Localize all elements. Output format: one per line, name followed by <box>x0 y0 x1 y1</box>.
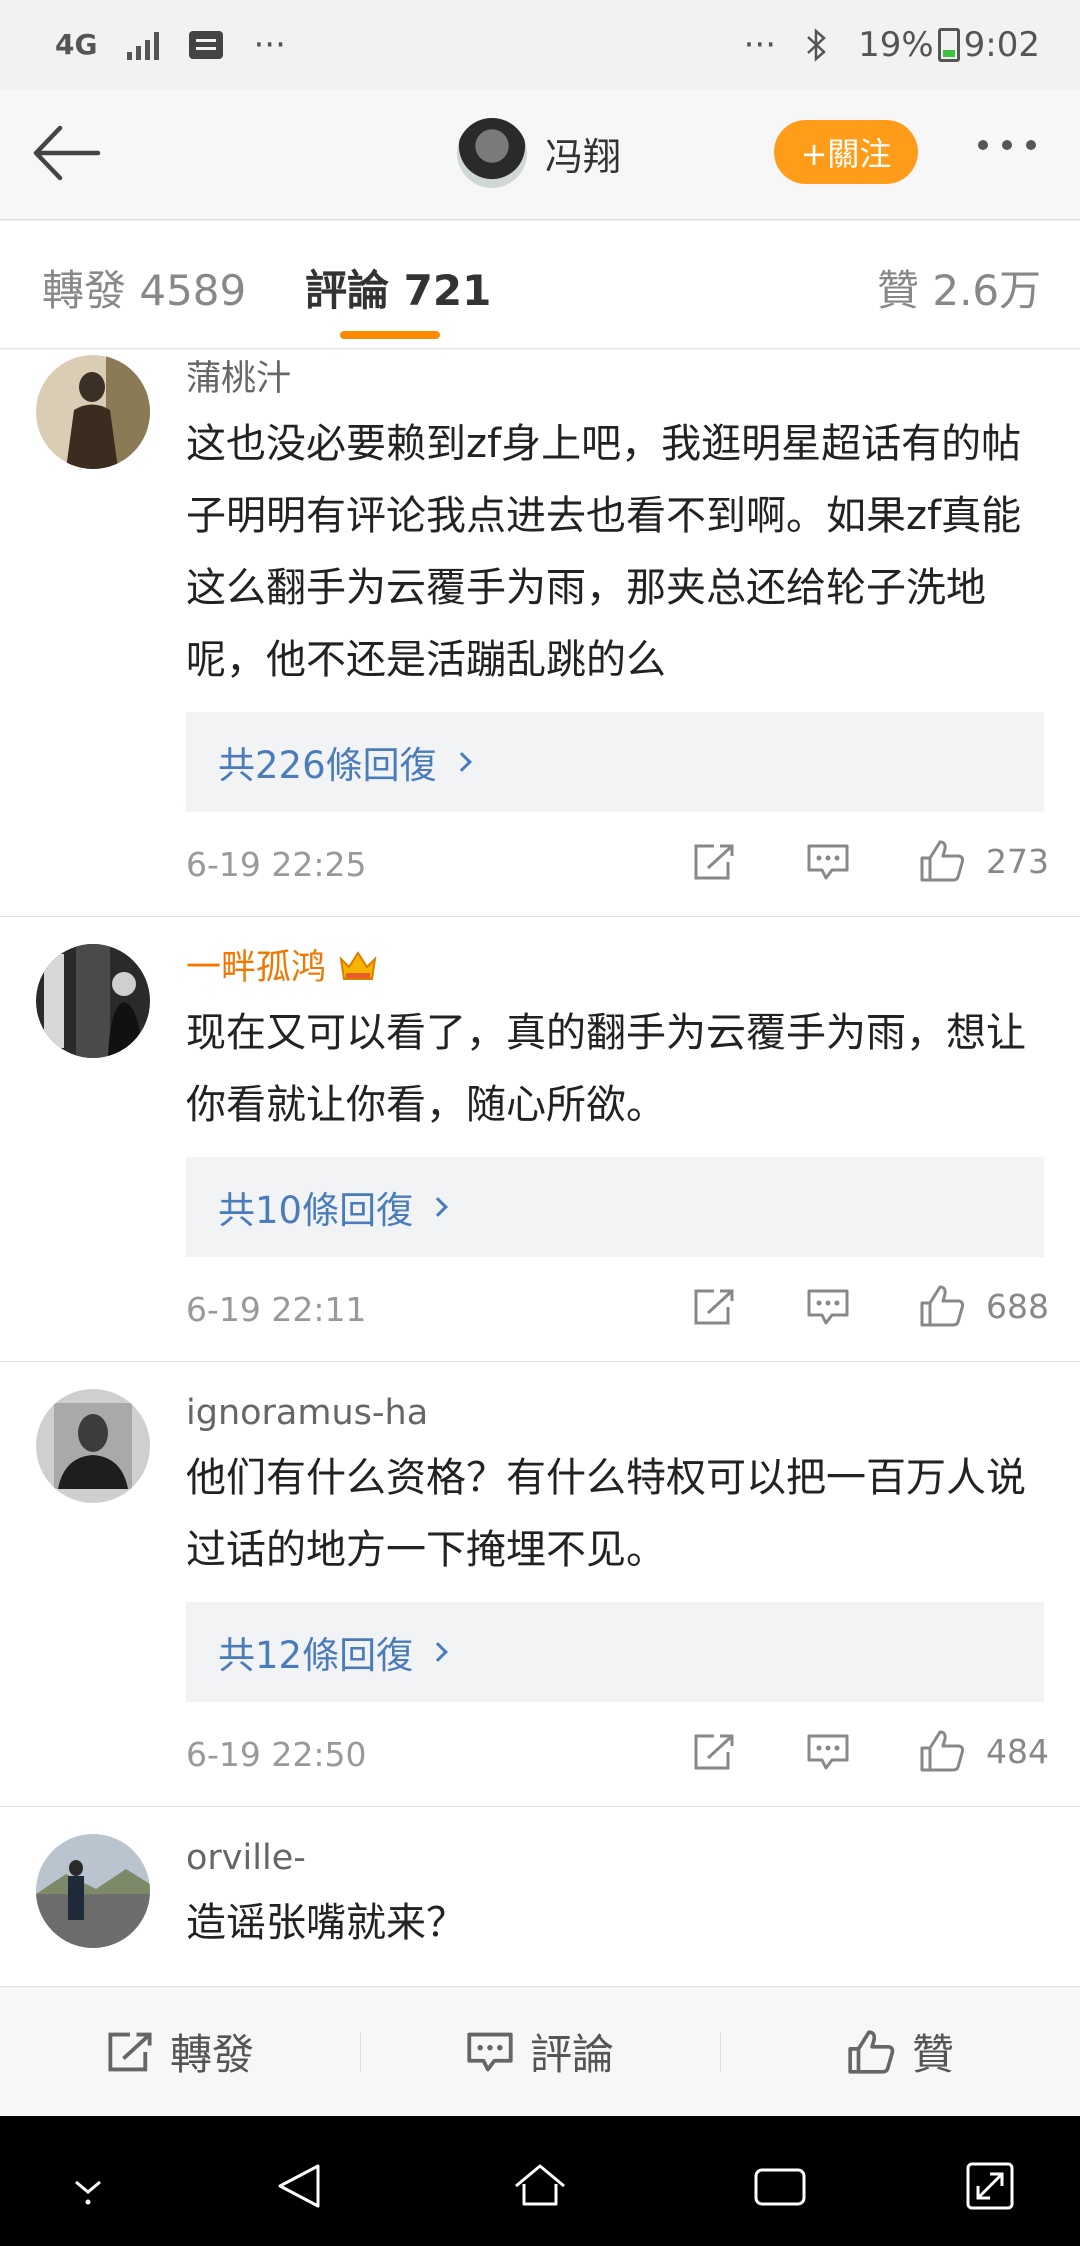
expand-icon[interactable] <box>960 2156 1020 2216</box>
comment-text: 现在又可以看了，真的翻手为云覆手为雨，想让你看就让你看，随心所欲。 <box>186 1010 1026 1128</box>
more-notifications-text: ··· <box>253 25 286 65</box>
bottom-action-bar: 轉發 評論 贊 <box>0 1986 1080 2116</box>
comment-item: 蒲桃汁 这也没必要赖到zf身上吧，我逛明星超话有的帖子明明有评论我点进去也看不到… <box>0 350 1080 917</box>
reply-icon[interactable] <box>806 842 850 882</box>
signal-icon <box>127 30 160 60</box>
comment-username[interactable]: ignoramus-ha <box>186 1384 1044 1438</box>
avatar[interactable] <box>36 355 150 469</box>
bluetooth-icon <box>807 28 826 62</box>
repost-icon <box>108 2032 152 2071</box>
author-avatar[interactable] <box>457 118 527 188</box>
comment-time: 6-19 22:11 <box>186 1289 367 1329</box>
recent-apps-icon[interactable] <box>750 2156 810 2216</box>
username-text: 一畔孤鸿 <box>186 948 327 988</box>
tab-likes[interactable]: 贊 2.6万 <box>877 257 1041 318</box>
more-options-icon[interactable] <box>978 140 1036 150</box>
like-label: 贊 <box>911 2030 954 2079</box>
like-icon[interactable] <box>918 1283 966 1329</box>
top-header: 冯翔 +關注 <box>0 90 1080 220</box>
comment-button[interactable]: 評論 <box>360 1987 720 2116</box>
back-nav-icon[interactable] <box>270 2156 330 2216</box>
comment-time: 6-19 22:25 <box>186 844 367 884</box>
like-count: 273 <box>986 842 1049 881</box>
comment-label: 評論 <box>529 2030 614 2079</box>
crown-badge-icon <box>339 951 377 980</box>
comment-item: orville- 造谣张嘴就来？ <box>0 1807 1080 1959</box>
replies-label: 共226條回復 <box>218 744 437 787</box>
message-notification-icon <box>189 31 224 59</box>
comment-time: 6-19 22:50 <box>186 1734 367 1774</box>
share-icon[interactable] <box>692 842 736 882</box>
avatar[interactable] <box>36 944 150 1058</box>
replies-label: 共10條回復 <box>218 1189 414 1232</box>
comment-meta: 6-19 22:11 688 <box>186 1257 1049 1361</box>
chevron-right-icon <box>428 1642 448 1662</box>
comment-meta: 6-19 22:50 484 <box>186 1702 1049 1806</box>
reply-icon[interactable] <box>806 1732 850 1772</box>
chevron-right-icon <box>428 1197 448 1217</box>
status-more-text: ··· <box>743 25 777 65</box>
detail-tabs: 轉發 4589 評論 721 贊 2.6万 <box>0 221 1080 349</box>
comment-text: 他们有什么资格？有什么特权可以把一百万人说过话的地方一下掩埋不见。 <box>186 1455 1026 1573</box>
avatar[interactable] <box>36 1834 150 1948</box>
comment-meta: 6-19 22:25 273 <box>186 812 1049 916</box>
like-button[interactable]: 贊 <box>720 1987 1080 2116</box>
hide-keyboard-icon[interactable] <box>58 2156 118 2216</box>
repost-button[interactable]: 轉發 <box>0 1987 360 2116</box>
comment-item: ignoramus-ha 他们有什么资格？有什么特权可以把一百万人说过话的地方一… <box>0 1362 1080 1807</box>
view-replies-button[interactable]: 共226條回復 <box>186 712 1044 812</box>
avatar[interactable] <box>36 1389 150 1503</box>
tab-repost[interactable]: 轉發 4589 <box>42 257 246 318</box>
tab-comments[interactable]: 評論 721 <box>305 257 491 318</box>
network-indicator: 4G <box>55 28 98 61</box>
chevron-right-icon <box>451 752 472 772</box>
back-arrow-icon[interactable] <box>28 118 108 188</box>
status-bar: 4G ··· ··· 19% 9:02 <box>0 0 1080 90</box>
follow-button[interactable]: +關注 <box>774 120 918 184</box>
system-navigation-bar <box>0 2116 1080 2246</box>
share-icon[interactable] <box>692 1287 736 1327</box>
share-icon[interactable] <box>692 1732 736 1772</box>
comment-username[interactable]: orville- <box>186 1829 1044 1883</box>
battery-percent: 19% <box>858 25 934 65</box>
like-icon[interactable] <box>918 838 966 884</box>
like-count: 484 <box>986 1732 1049 1771</box>
like-icon[interactable] <box>918 1728 966 1774</box>
thumbs-up-icon <box>848 2029 895 2074</box>
clock: 9:02 <box>963 25 1040 65</box>
repost-label: 轉發 <box>169 2030 254 2079</box>
reply-icon[interactable] <box>806 1287 850 1327</box>
view-replies-button[interactable]: 共12條回復 <box>186 1602 1044 1702</box>
comment-text: 这也没必要赖到zf身上吧，我逛明星超话有的帖子明明有评论我点进去也看不到啊。如果… <box>186 421 1022 683</box>
like-count: 688 <box>986 1287 1049 1326</box>
view-replies-button[interactable]: 共10條回復 <box>186 1157 1044 1257</box>
comment-item: 一畔孤鸿 现在又可以看了，真的翻手为云覆手为雨，想让你看就让你看，随心所欲。 共… <box>0 917 1080 1362</box>
comment-text: 造谣张嘴就来？ <box>186 1900 466 1946</box>
author-info[interactable]: 冯翔 <box>457 118 621 188</box>
replies-label: 共12條回復 <box>218 1634 414 1677</box>
comment-icon <box>467 2032 513 2071</box>
battery-icon <box>937 28 960 62</box>
home-nav-icon[interactable] <box>510 2156 570 2216</box>
comment-username[interactable]: 蒲桃汁 <box>186 350 1044 404</box>
active-tab-indicator <box>340 331 440 339</box>
comment-username[interactable]: 一畔孤鸿 <box>186 939 1044 993</box>
comment-list: 蒲桃汁 这也没必要赖到zf身上吧，我逛明星超话有的帖子明明有评论我点进去也看不到… <box>0 350 1080 1986</box>
page-title: 冯翔 <box>545 134 622 179</box>
